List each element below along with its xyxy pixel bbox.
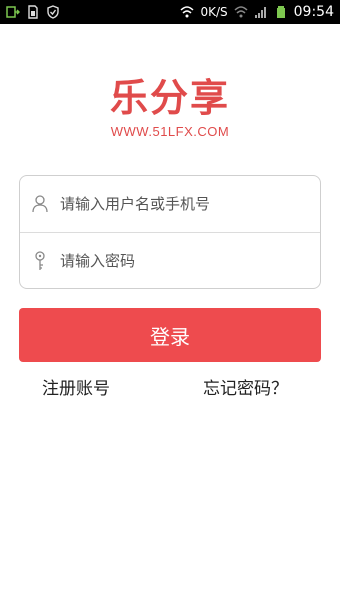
username-input[interactable] [60, 195, 300, 213]
login-button[interactable]: 登录 [19, 308, 321, 362]
status-bar: 0K/S 09:54 [0, 0, 340, 24]
username-field [20, 176, 320, 232]
cell-signal-icon [254, 7, 266, 18]
password-input[interactable] [60, 252, 300, 270]
user-icon [20, 195, 60, 213]
wifi-signal-icon [234, 6, 248, 18]
wifi-icon [180, 6, 194, 18]
app-logo: 乐分享 WWW.51LFX.COM [0, 76, 340, 139]
shield-icon [47, 5, 59, 19]
status-bar-right: 0K/S 09:54 [180, 4, 334, 20]
battery-icon [276, 6, 285, 18]
login-form [19, 175, 321, 289]
key-icon [20, 251, 60, 271]
forgot-password-link[interactable]: 忘记密码？ [203, 374, 288, 399]
status-bar-left [6, 5, 60, 19]
network-speed: 0K/S [200, 5, 228, 19]
register-link[interactable]: 注册账号 [42, 374, 110, 399]
usb-icon [6, 6, 20, 18]
logo-title: 乐分享 [109, 76, 230, 120]
clock: 09:54 [293, 4, 334, 20]
password-field [20, 233, 320, 289]
sim-card-icon [28, 5, 38, 19]
logo-url: WWW.51LFX.COM [110, 124, 230, 139]
